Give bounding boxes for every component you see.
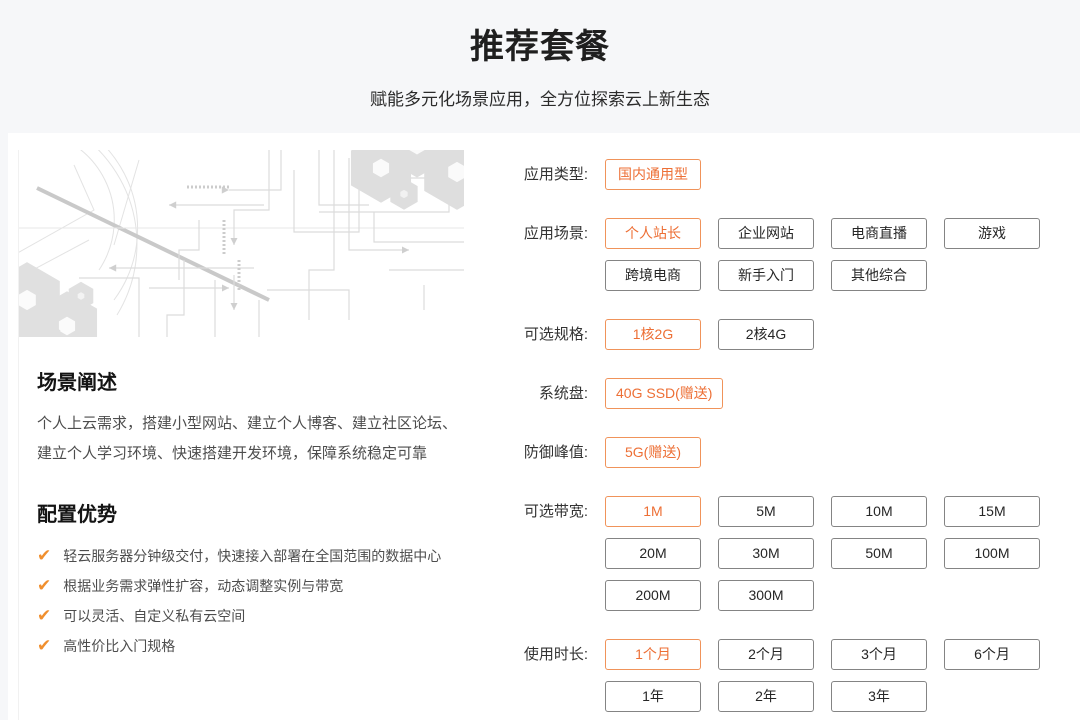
config-option[interactable]: 200M: [605, 580, 701, 611]
advantage-item: ✔ 轻云服务器分钟级交付，快速接入部署在全国范围的数据中心: [37, 541, 461, 571]
config-option[interactable]: 3年: [831, 681, 927, 712]
config-option[interactable]: 电商直播: [831, 218, 927, 249]
config-row: 可选带宽: 1M 5M 10M 15M 20M 30M 50M 100M 200M 300M: [505, 496, 1070, 611]
advantage-text: 高性价比入门规格: [63, 631, 175, 661]
config-options: 国内通用型: [605, 159, 1060, 190]
config-options: 个人站长企业网站电商直播游戏跨境电商新手入门其他综合: [605, 218, 1060, 291]
recommend-card: 场景阐述 个人上云需求，搭建小型网站、建立个人博客、建立社区论坛、建立个人学习环…: [8, 133, 1080, 720]
config-label: 防御峰值:: [505, 437, 588, 468]
page-header: 推荐套餐 赋能多元化场景应用，全方位探索云上新生态: [0, 0, 1080, 110]
config-row: 可选规格: 1核2G 2核4G: [505, 319, 1070, 350]
config-option[interactable]: 1个月: [605, 639, 701, 670]
advantage-list: ✔ 轻云服务器分钟级交付，快速接入部署在全国范围的数据中心 ✔ 根据业务需求弹性…: [37, 541, 461, 661]
config-option[interactable]: 国内通用型: [605, 159, 701, 190]
config-option[interactable]: 1M: [605, 496, 701, 527]
config-option[interactable]: 其他综合: [831, 260, 927, 291]
advantage-text: 可以灵活、自定义私有云空间: [63, 601, 245, 631]
config-option[interactable]: 40G SSD(赠送): [605, 378, 723, 409]
config-option[interactable]: 30M: [718, 538, 814, 569]
config-row: 使用时长: 1个月 2个月 3个月 6个月 1年 2年 3年: [505, 639, 1070, 712]
advantage-text: 根据业务需求弹性扩容，动态调整实例与带宽: [63, 571, 343, 601]
config-option[interactable]: 个人站长: [605, 218, 701, 249]
config-options: 1个月 2个月 3个月 6个月 1年 2年 3年: [605, 639, 1060, 712]
config-label: 可选带宽:: [505, 496, 588, 611]
config-panel: 应用类型: 国内通用型 应用场景: 个人站长企业网站电商直播游戏跨境电商新手入门…: [505, 159, 1070, 720]
config-options: 5G(赠送): [605, 437, 1060, 468]
config-option[interactable]: 2核4G: [718, 319, 814, 350]
config-options: 40G SSD(赠送): [605, 378, 1060, 409]
config-row: 应用类型: 国内通用型: [505, 159, 1070, 190]
config-option[interactable]: 跨境电商: [605, 260, 701, 291]
advantages-heading: 配置优势: [37, 498, 461, 527]
page-title: 推荐套餐: [0, 24, 1080, 72]
config-label: 应用类型:: [505, 159, 588, 190]
advantage-item: ✔ 高性价比入门规格: [37, 631, 461, 661]
config-option[interactable]: 新手入门: [718, 260, 814, 291]
config-option[interactable]: 2个月: [718, 639, 814, 670]
check-icon: ✔: [37, 571, 51, 601]
advantage-item: ✔ 根据业务需求弹性扩容，动态调整实例与带宽: [37, 571, 461, 601]
scenario-heading: 场景阐述: [37, 366, 461, 395]
scenario-description: 个人上云需求，搭建小型网站、建立个人博客、建立社区论坛、建立个人学习环境、快速搭…: [37, 409, 461, 469]
config-option[interactable]: 20M: [605, 538, 701, 569]
scenario-panel: 场景阐述 个人上云需求，搭建小型网站、建立个人博客、建立社区论坛、建立个人学习环…: [18, 150, 463, 720]
config-row: 防御峰值: 5G(赠送): [505, 437, 1070, 468]
config-options: 1核2G 2核4G: [605, 319, 1060, 350]
config-option[interactable]: 6个月: [944, 639, 1040, 670]
config-options: 1M 5M 10M 15M 20M 30M 50M 100M 200M 300M: [605, 496, 1060, 611]
check-icon: ✔: [37, 631, 51, 661]
config-row: 应用场景: 个人站长企业网站电商直播游戏跨境电商新手入门其他综合: [505, 218, 1070, 291]
config-label: 使用时长:: [505, 639, 588, 712]
config-row: 系统盘: 40G SSD(赠送): [505, 378, 1070, 409]
advantage-text: 轻云服务器分钟级交付，快速接入部署在全国范围的数据中心: [63, 541, 441, 571]
config-label: 可选规格:: [505, 319, 588, 350]
config-option[interactable]: 2年: [718, 681, 814, 712]
config-option[interactable]: 游戏: [944, 218, 1040, 249]
check-icon: ✔: [37, 541, 51, 571]
config-option[interactable]: 50M: [831, 538, 927, 569]
check-icon: ✔: [37, 601, 51, 631]
config-option[interactable]: 300M: [718, 580, 814, 611]
config-option[interactable]: 1核2G: [605, 319, 701, 350]
config-option[interactable]: 100M: [944, 538, 1040, 569]
config-label: 系统盘:: [505, 378, 588, 409]
config-option[interactable]: 5G(赠送): [605, 437, 701, 468]
config-option[interactable]: 15M: [944, 496, 1040, 527]
config-label: 应用场景:: [505, 218, 588, 291]
config-option[interactable]: 3个月: [831, 639, 927, 670]
config-option[interactable]: 10M: [831, 496, 927, 527]
config-option[interactable]: 5M: [718, 496, 814, 527]
tech-circuit-illustration: [19, 150, 464, 337]
advantage-item: ✔ 可以灵活、自定义私有云空间: [37, 601, 461, 631]
config-option[interactable]: 1年: [605, 681, 701, 712]
config-option[interactable]: 企业网站: [718, 218, 814, 249]
page-subtitle: 赋能多元化场景应用，全方位探索云上新生态: [0, 85, 1080, 110]
